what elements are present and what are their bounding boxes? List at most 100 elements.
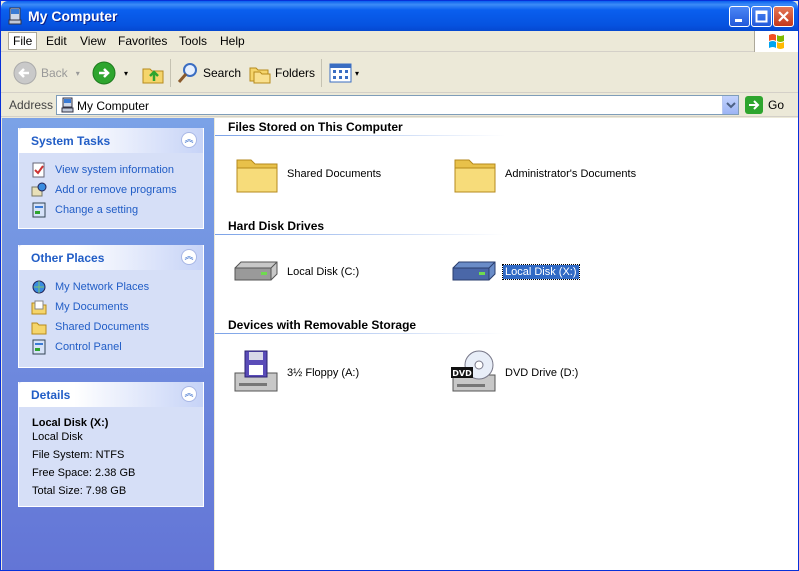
back-label: Back xyxy=(41,66,68,80)
address-bar: Address My Computer Go xyxy=(1,93,798,117)
address-label: Address xyxy=(9,98,54,112)
other-places-panel: Other Places ︽ My Network Places My Docu… xyxy=(18,245,204,368)
group-divider xyxy=(215,234,505,235)
hard-drive-icon xyxy=(234,261,278,281)
address-value: My Computer xyxy=(77,99,150,113)
item-label: Local Disk (C:) xyxy=(287,266,360,278)
task-view-system-information[interactable]: View system information xyxy=(31,162,174,178)
task-label: View system information xyxy=(55,164,175,176)
maximize-button[interactable] xyxy=(751,6,772,27)
place-my-network-places[interactable]: My Network Places xyxy=(31,279,149,295)
collapse-icon[interactable]: ︽ xyxy=(181,132,197,148)
search-icon xyxy=(177,63,197,83)
menu-help[interactable]: Help xyxy=(220,34,245,48)
address-input[interactable]: My Computer xyxy=(56,95,739,115)
task-pane: System Tasks ︽ View system information A… xyxy=(2,118,214,570)
place-control-panel[interactable]: Control Panel xyxy=(31,339,122,355)
folder-icon xyxy=(236,159,278,193)
control-panel-icon xyxy=(32,339,46,355)
menu-favorites[interactable]: Favorites xyxy=(118,34,167,48)
forward-button[interactable]: ▾ xyxy=(92,61,128,85)
place-shared-documents[interactable]: Shared Documents xyxy=(31,319,149,335)
address-dropdown[interactable] xyxy=(722,96,738,114)
item-dvd-drive-d[interactable]: DVD DVD Drive (D:) xyxy=(449,349,580,397)
task-label: Add or remove programs xyxy=(55,184,177,196)
folder-up-icon xyxy=(142,68,164,84)
item-local-disk-x[interactable]: Local Disk (X:) xyxy=(449,256,580,288)
views-button[interactable]: ▾ xyxy=(329,61,359,85)
menu-file[interactable]: File xyxy=(8,32,38,50)
place-my-documents[interactable]: My Documents xyxy=(31,299,128,315)
hard-drive-icon xyxy=(452,261,496,281)
menu-tools[interactable]: Tools xyxy=(179,34,207,48)
toolbar-separator xyxy=(321,59,322,87)
item-local-disk-c[interactable]: Local Disk (C:) xyxy=(231,256,361,288)
back-button[interactable]: Back ▾ xyxy=(13,61,80,85)
computer-icon xyxy=(61,97,74,113)
windows-logo xyxy=(754,31,798,52)
item-shared-documents[interactable]: Shared Documents xyxy=(233,154,383,194)
window: My Computer File Edit View Favorites Too… xyxy=(0,0,799,571)
task-change-setting[interactable]: Change a setting xyxy=(31,202,138,218)
collapse-icon[interactable]: ︽ xyxy=(181,386,197,402)
item-label: 3½ Floppy (A:) xyxy=(287,367,360,379)
maximize-icon xyxy=(755,10,768,23)
title-bar[interactable]: My Computer xyxy=(1,1,798,31)
search-button[interactable]: Search xyxy=(176,61,241,85)
forward-dropdown-icon[interactable]: ▾ xyxy=(124,69,128,78)
computer-icon xyxy=(8,7,22,25)
item-label: Administrator's Documents xyxy=(505,168,637,180)
other-places-header[interactable]: Other Places ︽ xyxy=(19,245,203,270)
views-dropdown-icon: ▾ xyxy=(355,68,360,78)
collapse-icon[interactable]: ︽ xyxy=(181,249,197,265)
close-button[interactable] xyxy=(773,6,794,27)
task-label: Change a setting xyxy=(55,204,139,216)
menu-view[interactable]: View xyxy=(80,34,106,48)
details-type: Local Disk xyxy=(32,431,83,443)
menu-edit[interactable]: Edit xyxy=(46,34,67,48)
group-removable-title: Devices with Removable Storage xyxy=(228,318,417,332)
menu-bar: File Edit View Favorites Tools Help xyxy=(1,31,798,52)
item-label: Shared Documents xyxy=(287,168,382,180)
toolbar: Back ▾ ▾ Search Folders ▾ xyxy=(1,53,798,93)
task-add-remove-programs[interactable]: Add or remove programs xyxy=(31,182,177,198)
place-label: Shared Documents xyxy=(55,321,150,333)
forward-arrow-icon xyxy=(92,61,116,85)
place-label: Control Panel xyxy=(55,341,122,353)
up-button[interactable] xyxy=(141,61,165,85)
system-info-icon xyxy=(32,162,45,178)
group-divider xyxy=(215,135,505,136)
group-files-title: Files Stored on This Computer xyxy=(228,120,403,134)
network-places-icon xyxy=(32,280,46,294)
folder-icon xyxy=(454,159,496,193)
go-button[interactable]: Go xyxy=(745,96,784,114)
details-title: Details xyxy=(31,388,71,402)
folders-button[interactable]: Folders xyxy=(248,61,315,85)
system-tasks-panel: System Tasks ︽ View system information A… xyxy=(18,128,204,229)
details-header[interactable]: Details ︽ xyxy=(19,382,203,407)
back-arrow-icon xyxy=(13,61,37,85)
views-icon xyxy=(329,63,352,83)
content-pane: Files Stored on This Computer Shared Doc… xyxy=(215,118,798,570)
back-dropdown-icon[interactable]: ▾ xyxy=(76,69,80,78)
details-name: Local Disk (X:) xyxy=(32,417,109,429)
details-filesystem: File System: NTFS xyxy=(32,449,125,461)
system-tasks-header[interactable]: System Tasks ︽ xyxy=(19,128,203,153)
search-label: Search xyxy=(203,66,242,80)
details-total-size: Total Size: 7.98 GB xyxy=(32,485,127,497)
minimize-icon xyxy=(735,19,742,22)
details-free-space: Free Space: 2.38 GB xyxy=(32,467,136,479)
go-label: Go xyxy=(768,98,785,112)
item-administrators-documents[interactable]: Administrator's Documents xyxy=(451,154,638,194)
system-tasks-title: System Tasks xyxy=(31,134,111,148)
folders-icon xyxy=(249,67,271,84)
folder-icon xyxy=(31,322,47,335)
place-label: My Documents xyxy=(55,301,129,313)
item-label: Local Disk (X:) xyxy=(502,264,580,280)
place-label: My Network Places xyxy=(55,281,150,293)
add-remove-programs-icon xyxy=(31,182,47,197)
item-floppy-a[interactable]: 3½ Floppy (A:) xyxy=(231,349,361,397)
minimize-button[interactable] xyxy=(729,6,750,27)
control-panel-icon xyxy=(32,202,46,218)
close-icon xyxy=(778,11,789,22)
